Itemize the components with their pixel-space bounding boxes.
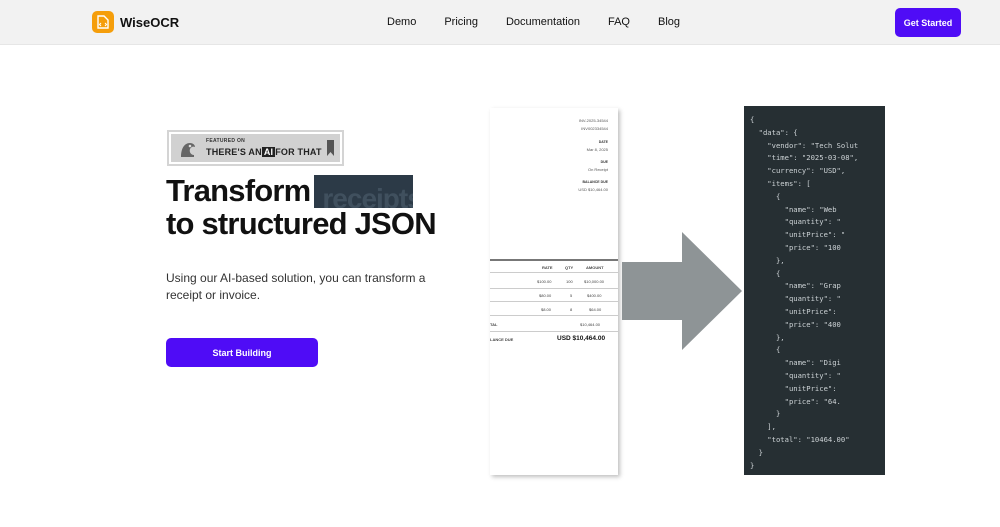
receipt-row3-amount: $64.00 (589, 307, 602, 312)
json-code-line: } (750, 447, 763, 457)
receipt-total-label: TAL (490, 322, 498, 327)
hero-title-word: Transform (166, 173, 311, 208)
json-code-line: "items": [ (750, 178, 811, 188)
receipt-date-value: Mar 8, 2025 (586, 147, 608, 152)
json-code-line: }, (750, 255, 785, 265)
receipt-total-value: $10,464.00 (580, 322, 601, 327)
json-output-panel: { "data": { "vendor": "Tech Solut "time"… (744, 106, 885, 475)
receipt-due-value: On Receipt (587, 167, 608, 172)
nav-links: Demo Pricing Documentation FAQ Blog (387, 16, 708, 29)
json-code-line: { (750, 191, 781, 201)
receipt-col-amount: AMOUNT (586, 265, 604, 270)
receipt-date-label: DATE (598, 140, 608, 144)
receipt-due-label: DUE (600, 160, 608, 164)
receipt-balance-value: USD $10,464.00 (578, 187, 608, 192)
receipt-balance-label: BALANCE DUE (582, 180, 608, 184)
receipt-invoice-code: INV002334544 (581, 126, 608, 131)
badge-inner: FEATURED ON THERE'S AN AI FOR THAT (171, 134, 340, 162)
hero-title-line1: Transform receipts (166, 175, 436, 208)
receipt-row2-qty: 5 (570, 293, 573, 298)
receipt-row-rule (490, 288, 618, 289)
json-code-line: { (750, 115, 755, 124)
receipt-row1-rate: $100.00 (537, 279, 552, 284)
receipt-row-rule (490, 331, 618, 332)
json-code-line: "quantity": " (750, 217, 841, 227)
mascot-icon (181, 143, 195, 157)
json-code: { "data": { "vendor": "Tech Solut "time"… (750, 114, 885, 472)
badge-big-text: THERE'S AN AI FOR THAT (206, 147, 322, 157)
json-code-line: "data": { (750, 127, 798, 137)
receipt-invoice-number: INV-2025-34544 (578, 118, 608, 123)
start-building-button[interactable]: Start Building (166, 338, 318, 367)
get-started-button[interactable]: Get Started (895, 8, 961, 37)
json-code-line: "price": "100 (750, 242, 841, 252)
hero-title-line2: to structured JSON (166, 206, 437, 241)
json-code-line: "unitPrice": " (750, 230, 846, 240)
hero-title-highlight-text: receipts (322, 183, 414, 208)
json-code-line: { (750, 268, 781, 278)
featured-badge[interactable]: FEATURED ON THERE'S AN AI FOR THAT (167, 130, 344, 166)
receipt-balance-row-label: LANCE DUE (490, 337, 514, 342)
bookmark-icon (327, 140, 334, 156)
receipt-row2-rate: $80.00 (539, 293, 552, 298)
json-code-line: "price": "64. (750, 396, 841, 406)
document-icon (92, 11, 114, 33)
json-code-line: "name": "Grap (750, 281, 841, 291)
json-code-line: ], (750, 422, 776, 432)
receipt-row1-qty: 100 (566, 279, 573, 284)
badge-suffix: FOR THAT (275, 147, 322, 157)
json-code-line: } (750, 460, 755, 470)
top-navbar: WiseOCR Demo Pricing Documentation FAQ B… (0, 0, 1000, 45)
hero-title-highlight: receipts (314, 175, 414, 208)
json-code-line: "unitPrice": (750, 306, 837, 316)
receipt-header-rule (490, 259, 618, 261)
receipt-row3-rate: $8.00 (541, 307, 552, 312)
nav-documentation[interactable]: Documentation (506, 16, 580, 29)
json-code-line: }, (750, 332, 785, 342)
badge-ai: AI (261, 147, 276, 157)
json-code-line: "currency": "USD", (750, 166, 846, 176)
json-code-line: "time": "2025-03-08", (750, 153, 859, 163)
json-code-line: "name": "Web (750, 204, 837, 214)
badge-prefix: THERE'S AN (206, 147, 262, 157)
nav-pricing[interactable]: Pricing (444, 16, 478, 29)
receipt-row3-qty: 8 (570, 307, 573, 312)
receipt-row-rule (490, 301, 618, 302)
hero-subtitle: Using our AI-based solution, you can tra… (166, 271, 426, 302)
badge-small-text: FEATURED ON (206, 138, 246, 144)
logo-link[interactable]: WiseOCR (92, 11, 179, 33)
receipt-image: INV-2025-34544 INV002334544 DATE Mar 8, … (490, 108, 618, 475)
nav-faq[interactable]: FAQ (608, 16, 630, 29)
hero-title: Transform receipts to structured JSON (166, 175, 437, 241)
nav-blog[interactable]: Blog (658, 16, 680, 29)
json-code-line: { (750, 345, 781, 355)
json-code-line: "price": "400 (750, 319, 841, 329)
receipt-balance-row-value: USD $10,464.00 (557, 335, 606, 342)
receipt-row-rule (490, 315, 618, 316)
receipt-col-rate: RATE (542, 265, 553, 270)
receipt-col-qty: QTY (565, 265, 574, 270)
json-code-line: "quantity": " (750, 294, 841, 304)
arrow-right-icon (622, 232, 742, 350)
nav-demo[interactable]: Demo (387, 16, 416, 29)
json-code-line: "quantity": " (750, 370, 841, 380)
json-code-line: "unitPrice": (750, 383, 837, 393)
receipt-row2-amount: $400.00 (587, 293, 602, 298)
receipt-row-rule (490, 272, 618, 273)
brand-name: WiseOCR (120, 14, 180, 30)
json-code-line: } (750, 409, 781, 419)
receipt-row1-amount: $10,000.00 (584, 279, 605, 284)
json-code-line: "name": "Digi (750, 358, 841, 368)
json-code-line: "total": "10464.00" (750, 434, 850, 444)
json-code-line: "vendor": "Tech Solut (750, 140, 859, 150)
